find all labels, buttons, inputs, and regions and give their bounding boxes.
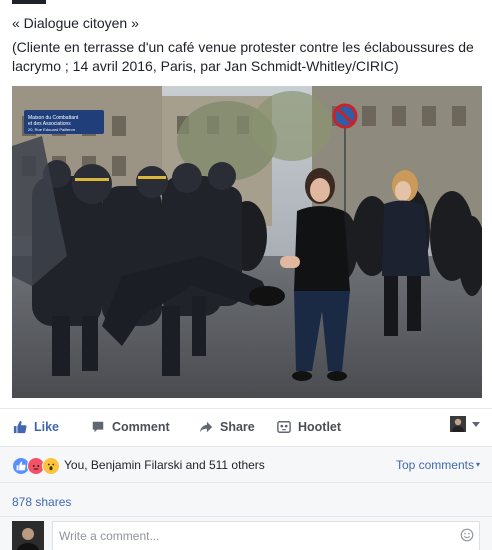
post-caption: (Cliente en terrasse d'un café venue pro… [12, 39, 474, 74]
caret-down-icon[interactable] [472, 422, 480, 427]
comment-composer: Write a comment... [0, 516, 492, 550]
comment-input[interactable]: Write a comment... [52, 521, 480, 550]
post-action-bar: Like Comment Share Hootlet [0, 408, 492, 445]
thumbs-up-icon [12, 419, 28, 435]
speech-bubble-icon [90, 419, 106, 435]
like-label: Like [34, 420, 60, 434]
header-stub [12, 0, 46, 4]
reaction-icons[interactable] [12, 457, 60, 475]
wow-reaction-icon [42, 457, 60, 475]
composer-avatar [12, 521, 44, 550]
reactions-row: You, Benjamin Filarski and 511 others To… [0, 446, 492, 483]
share-button[interactable]: Share [198, 418, 255, 436]
viewer-avatar[interactable] [450, 416, 466, 432]
top-comments-dropdown[interactable]: Top comments ▾ [396, 458, 480, 472]
share-label: Share [220, 420, 255, 434]
comment-label: Comment [112, 420, 170, 434]
hootlet-icon [276, 419, 292, 435]
like-button[interactable]: Like [12, 418, 59, 436]
photo-illustration: Maison du Combattant et des Associations… [12, 86, 482, 398]
top-comments-label: Top comments [395, 458, 474, 472]
share-arrow-icon [198, 419, 214, 435]
facebook-post: « Dialogue citoyen » (Cliente en terrass… [0, 0, 492, 550]
smiley-icon[interactable] [460, 528, 474, 542]
shares-count-link[interactable]: 878 shares [12, 495, 71, 509]
shares-row: 878 shares [0, 482, 492, 517]
hootlet-button[interactable]: Hootlet [276, 418, 341, 436]
post-photo[interactable]: Maison du Combattant et des Associations… [12, 86, 482, 398]
comment-button[interactable]: Comment [90, 418, 170, 436]
street-sign-line3: 20, Rue Edouard Pailleron [28, 127, 75, 132]
sort-caret-icon: ▾ [475, 460, 480, 469]
post-title: « Dialogue citoyen » [12, 15, 139, 31]
reactions-summary[interactable]: You, Benjamin Filarski and 511 others [64, 458, 265, 472]
hootlet-label: Hootlet [298, 420, 342, 434]
